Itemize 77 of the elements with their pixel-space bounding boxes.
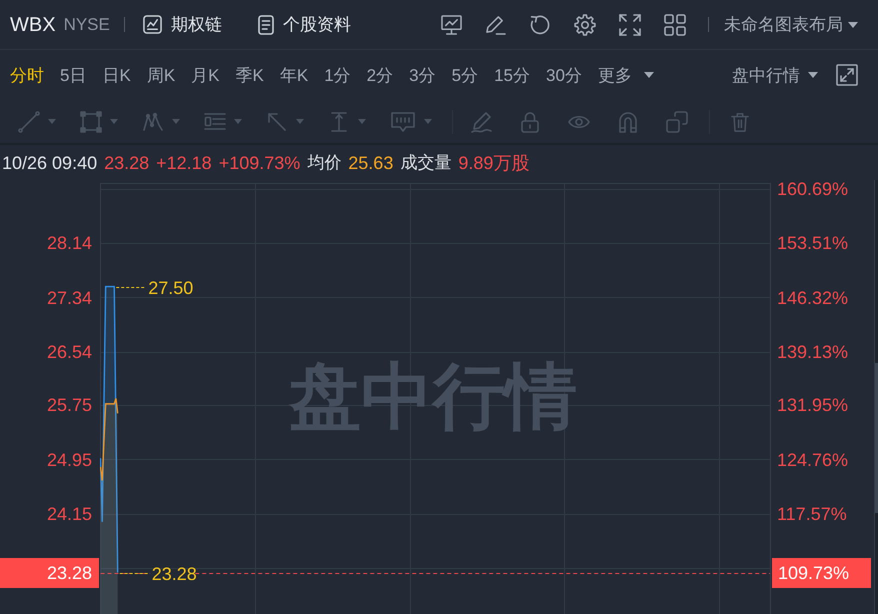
last-price: 23.28 bbox=[104, 154, 150, 172]
caret-icon[interactable] bbox=[110, 119, 118, 124]
price-axis-label: 26.54 bbox=[46, 340, 92, 363]
layout-dropdown[interactable]: 未命名图表布局 bbox=[724, 16, 858, 33]
rectangle-tool-icon[interactable] bbox=[80, 110, 102, 132]
current-percent-tag: 109.73% bbox=[772, 558, 871, 588]
percent-change: +109.73% bbox=[218, 154, 300, 172]
timeframe-tab[interactable]: 1分 bbox=[324, 66, 351, 84]
exchange-label: NYSE bbox=[64, 16, 110, 33]
timeframe-tab[interactable]: 周K bbox=[146, 66, 176, 84]
percent-axis-label: 124.76% bbox=[777, 448, 848, 470]
timeframe-tab[interactable]: 2分 bbox=[366, 66, 394, 84]
grid-layout-icon[interactable] bbox=[664, 14, 686, 36]
presentation-chart-icon[interactable] bbox=[441, 14, 462, 34]
price-axis-label: 28.14 bbox=[46, 232, 92, 254]
pencil-icon[interactable] bbox=[470, 110, 492, 132]
chart-icon bbox=[142, 15, 162, 34]
ticker-symbol: WBX bbox=[10, 14, 56, 34]
timeframe-tab[interactable]: 月K bbox=[191, 66, 220, 84]
refresh-icon[interactable] bbox=[529, 14, 551, 36]
caret-icon[interactable] bbox=[48, 119, 56, 124]
price-change: +12.18 bbox=[156, 154, 212, 172]
leader-line bbox=[116, 287, 147, 288]
average-price-label: 均价 bbox=[307, 154, 342, 171]
caret-icon[interactable] bbox=[234, 119, 242, 124]
volume-label: 成交量 bbox=[400, 154, 452, 171]
timeframe-tab[interactable]: 季K bbox=[236, 66, 264, 84]
timeframe-tab[interactable]: 日K bbox=[102, 66, 131, 84]
horizontal-lines-icon[interactable] bbox=[204, 110, 226, 132]
options-chain-button[interactable]: 期权链 bbox=[142, 15, 222, 34]
arrow-tool-icon[interactable] bbox=[266, 110, 288, 132]
volume-value: 9.89万股 bbox=[458, 154, 530, 172]
timeframe-tab[interactable]: 3分 bbox=[409, 66, 436, 84]
annotation-label: 27.50 bbox=[148, 278, 194, 298]
annotation-label: 23.28 bbox=[152, 564, 197, 584]
price-axis-label: 24.15 bbox=[46, 502, 92, 525]
caret-icon bbox=[644, 72, 654, 78]
average-price-value: 25.63 bbox=[348, 154, 394, 172]
percent-axis-label: 153.51% bbox=[777, 232, 848, 254]
timeframe-tab[interactable]: 5分 bbox=[452, 66, 478, 84]
caret-icon[interactable] bbox=[172, 119, 180, 124]
timeframe-tab[interactable]: 5日 bbox=[60, 66, 86, 84]
copy-icon[interactable] bbox=[666, 110, 688, 132]
price-axis-label: 24.95 bbox=[46, 448, 92, 470]
current-price-tag: 23.28 bbox=[0, 558, 99, 588]
percent-axis-label: 117.57% bbox=[777, 502, 847, 525]
caret-icon[interactable] bbox=[296, 119, 304, 124]
trash-icon[interactable] bbox=[730, 110, 750, 132]
percent-axis-label: 131.95% bbox=[777, 394, 848, 416]
document-icon bbox=[258, 14, 274, 34]
timeframe-tab[interactable]: 年K bbox=[280, 66, 308, 84]
caret-icon bbox=[808, 72, 818, 78]
lock-icon[interactable] bbox=[519, 110, 541, 132]
caret-icon bbox=[848, 22, 858, 28]
percent-axis-label: 146.32% bbox=[777, 286, 848, 308]
leader-line bbox=[119, 573, 150, 574]
expand-icon[interactable] bbox=[836, 64, 858, 86]
timeframe-tab[interactable]: 分时 bbox=[10, 66, 44, 84]
caret-icon[interactable] bbox=[358, 119, 366, 124]
percent-axis-label: 160.69% bbox=[777, 178, 848, 200]
zigzag-tool-icon[interactable] bbox=[142, 110, 164, 132]
speech-bubble-icon[interactable] bbox=[390, 110, 416, 132]
settings-icon[interactable] bbox=[574, 14, 596, 36]
edit-icon[interactable] bbox=[485, 14, 506, 34]
more-dropdown[interactable]: 更多 bbox=[598, 66, 654, 84]
percent-axis-label: 139.13% bbox=[777, 340, 848, 363]
price-axis-label: 25.75 bbox=[46, 394, 92, 416]
stock-profile-button[interactable]: 个股资料 bbox=[258, 14, 351, 34]
session-dropdown[interactable]: 盘中行情 bbox=[732, 66, 818, 84]
magnet-icon[interactable] bbox=[617, 110, 639, 132]
timeframe-tab[interactable]: 15分 bbox=[494, 66, 530, 84]
price-axis-label: 27.34 bbox=[46, 286, 92, 308]
timeframe-tab[interactable]: 30分 bbox=[546, 66, 582, 84]
fullscreen-icon[interactable] bbox=[619, 14, 641, 36]
caret-icon[interactable] bbox=[424, 119, 432, 124]
quote-time: 10/26 09:40 bbox=[2, 154, 98, 172]
line-tool-icon[interactable] bbox=[18, 110, 40, 132]
